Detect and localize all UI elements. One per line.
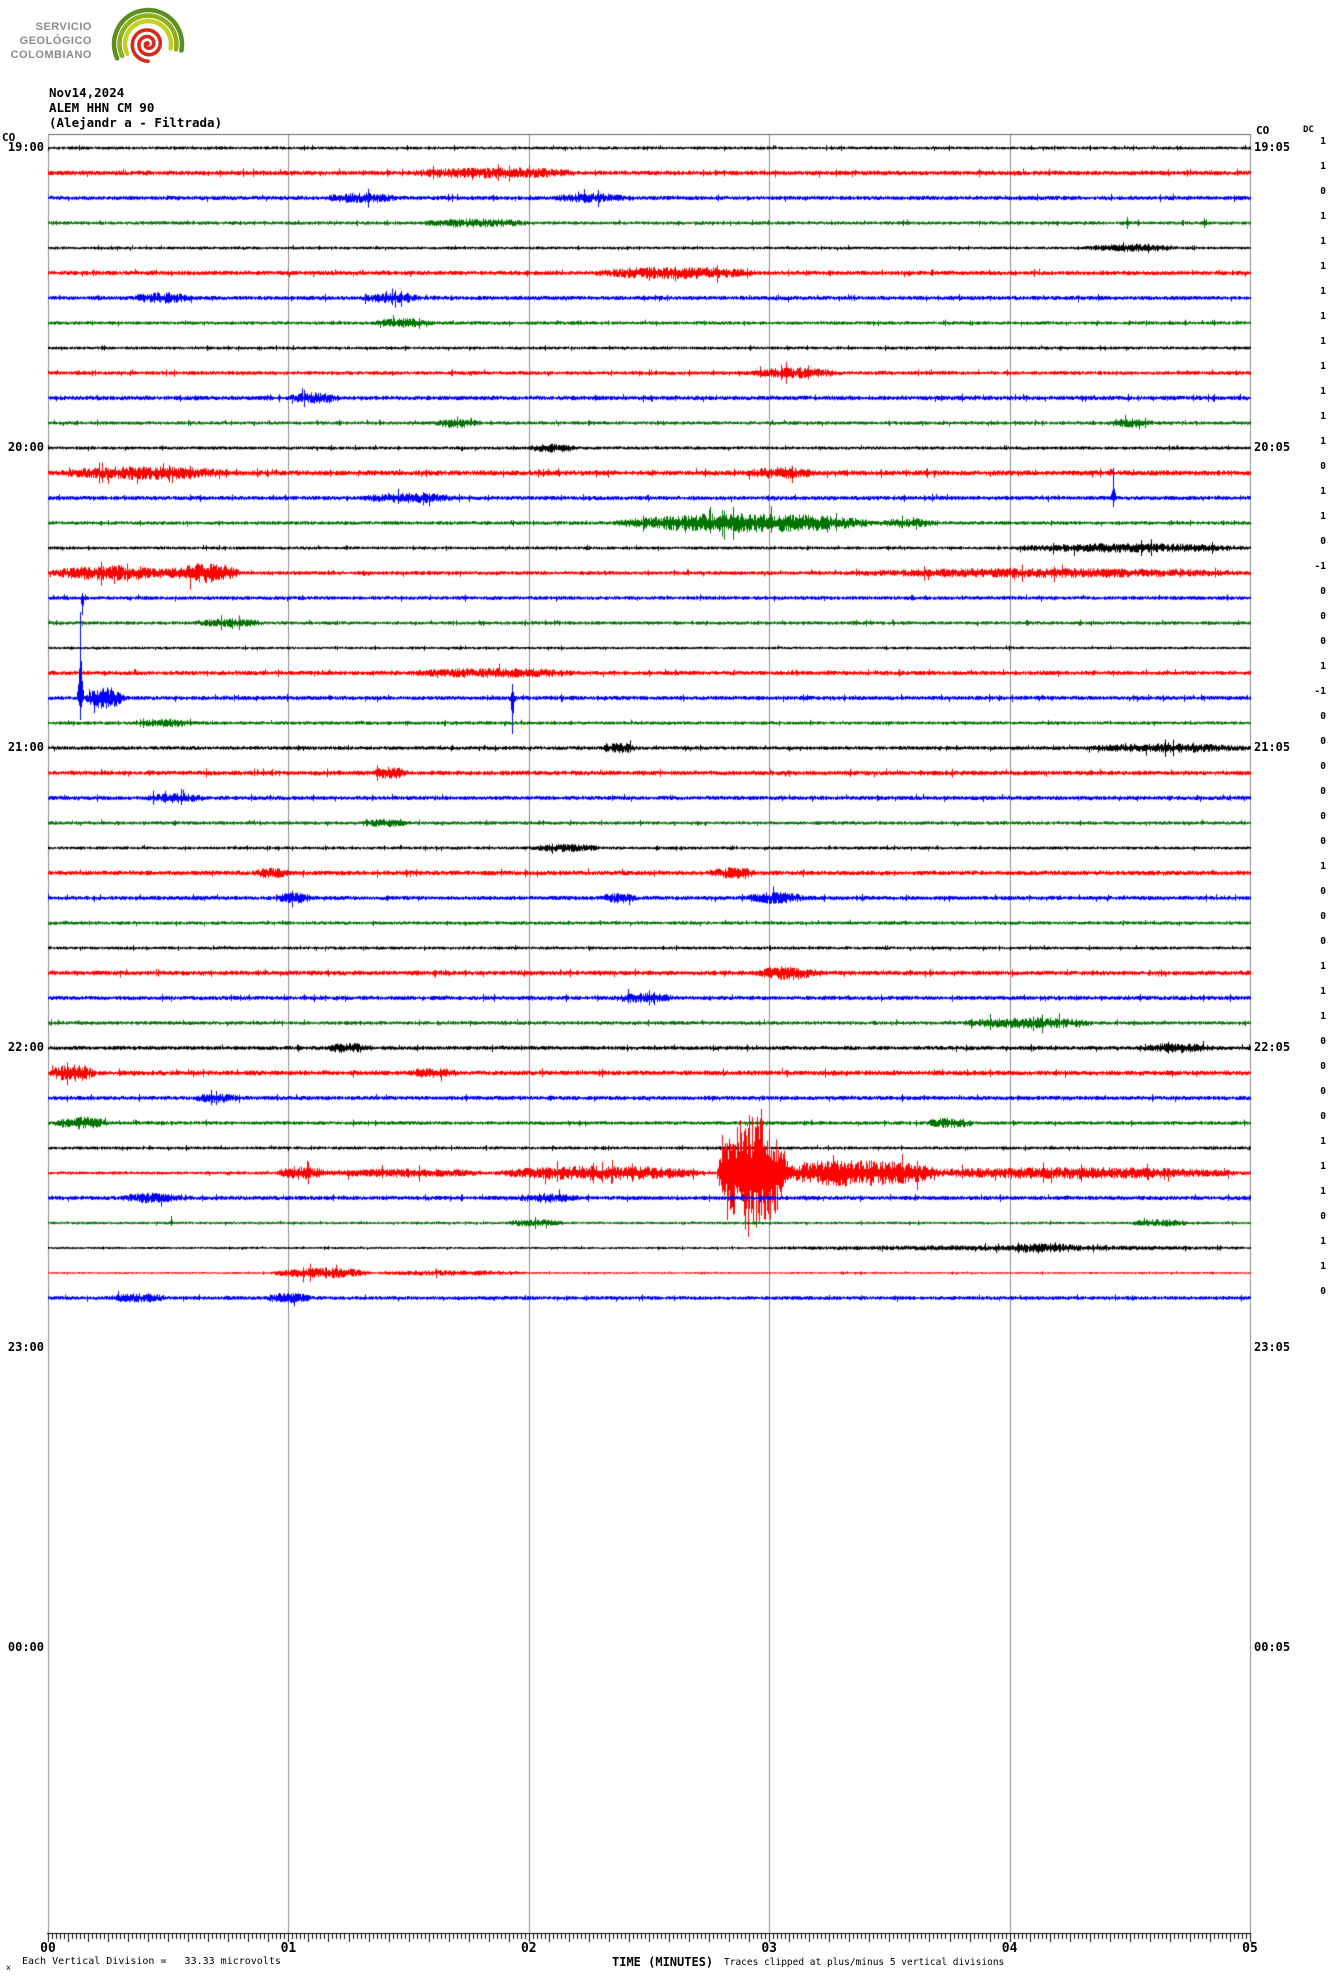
x-tick-label-02: 02 <box>520 1941 537 1956</box>
dc-value-1920: 1 <box>1320 236 1326 247</box>
sgc-logo-mark <box>111 7 185 64</box>
dc-value-2000: 1 <box>1320 436 1326 447</box>
dc-value-2205: 0 <box>1320 1061 1326 1072</box>
dc-value-1930: 1 <box>1320 286 1326 297</box>
webicorder-page: SERVICIO GEOLÓGICO COLOMBIANO Nov14,2024… <box>0 0 1330 1978</box>
dc-value-2125: 1 <box>1320 861 1326 872</box>
x-tick-label-01: 01 <box>280 1941 297 1956</box>
dc-value-2020: 0 <box>1320 536 1326 547</box>
dc-value-2130: 0 <box>1320 886 1326 897</box>
hour-label-right-2205: 22:05 <box>1254 1040 1291 1054</box>
plot-header: Nov14,2024 ALEM HHN CM 90 (Alejandr a - … <box>49 85 222 130</box>
axis-note-marker: x <box>6 1963 11 1972</box>
dc-value-1910: 0 <box>1320 186 1326 197</box>
hour-label-right-0005: 00:05 <box>1254 1640 1291 1654</box>
x-axis-title: TIME (MINUTES) <box>612 1955 714 1969</box>
logo-text: SERVICIO GEOLÓGICO COLOMBIANO <box>10 20 92 62</box>
dc-value-2145: 1 <box>1320 961 1326 972</box>
dc-value-2035: 0 <box>1320 611 1326 622</box>
hour-label-left-2300: 23:00 <box>7 1340 44 1354</box>
dc-column-header: DC <box>1303 125 1314 135</box>
dc-value-2215: 0 <box>1320 1111 1326 1122</box>
dc-value-1955: 1 <box>1320 411 1326 422</box>
dc-value-1905: 1 <box>1320 161 1326 172</box>
dc-value-2050: -1 <box>1314 686 1326 697</box>
dc-value-2025: -1 <box>1314 561 1326 572</box>
x-tick-label-03: 03 <box>761 1941 778 1956</box>
hour-label-left-2000: 20:00 <box>7 440 44 454</box>
dc-value-2240: 1 <box>1320 1236 1326 1247</box>
logo-line-2: GEOLÓGICO <box>19 35 92 47</box>
dc-value-2235: 0 <box>1320 1211 1326 1222</box>
dc-value-1935: 1 <box>1320 311 1326 322</box>
dc-value-2030: 0 <box>1320 586 1326 597</box>
dc-value-2055: 0 <box>1320 711 1326 722</box>
dc-value-2250: 0 <box>1320 1286 1326 1297</box>
dc-value-1950: 1 <box>1320 386 1326 397</box>
dc-value-2230: 1 <box>1320 1186 1326 1197</box>
dc-value-2200: 0 <box>1320 1036 1326 1047</box>
dc-value-2010: 1 <box>1320 486 1326 497</box>
dc-value-2105: 0 <box>1320 761 1326 772</box>
dc-value-1925: 1 <box>1320 261 1326 272</box>
hour-label-left-2100: 21:00 <box>7 740 44 754</box>
hour-label-right-1905: 19:05 <box>1254 140 1291 154</box>
dc-value-1900: 1 <box>1320 136 1326 147</box>
logo-spiral-icon <box>130 28 163 64</box>
clipping-note: Traces clipped at plus/minus 5 vertical … <box>724 1957 1005 1968</box>
hour-label-left-2200: 22:00 <box>7 1040 44 1054</box>
dc-value-2100: 0 <box>1320 736 1326 747</box>
x-tick-label-00: 00 <box>40 1941 56 1956</box>
logo-line-3: COLOMBIANO <box>10 49 92 61</box>
x-tick-label-04: 04 <box>1001 1941 1018 1956</box>
dc-value-2245: 1 <box>1320 1261 1326 1272</box>
hour-label-left-1900: 19:00 <box>7 140 44 154</box>
seismogram-canvas <box>0 0 1330 1978</box>
dc-value-2045: 1 <box>1320 661 1326 672</box>
dc-value-2110: 0 <box>1320 786 1326 797</box>
dc-value-1915: 1 <box>1320 211 1326 222</box>
vertical-division-note: Each Vertical Division = 33.33 microvolt… <box>22 1956 281 1967</box>
dc-value-2140: 0 <box>1320 936 1326 947</box>
dc-value-2220: 1 <box>1320 1136 1326 1147</box>
dc-value-2210: 0 <box>1320 1086 1326 1097</box>
network-label-right: CO <box>1256 124 1270 137</box>
hour-label-right-2005: 20:05 <box>1254 440 1291 454</box>
dc-value-2040: 0 <box>1320 636 1326 647</box>
hour-label-right-2105: 21:05 <box>1254 740 1291 754</box>
dc-value-2135: 0 <box>1320 911 1326 922</box>
dc-value-2155: 1 <box>1320 1011 1326 1022</box>
dc-value-2015: 1 <box>1320 511 1326 522</box>
dc-value-2115: 0 <box>1320 811 1326 822</box>
hour-label-left-0000: 00:00 <box>7 1640 44 1654</box>
plot-date: Nov14,2024 <box>49 85 125 100</box>
dc-value-2150: 1 <box>1320 986 1326 997</box>
plot-subtitle: (Alejandr a - Filtrada) <box>49 115 223 130</box>
x-tick-label-05: 05 <box>1242 1941 1258 1956</box>
logo-line-1: SERVICIO <box>35 21 92 33</box>
dc-value-1940: 1 <box>1320 336 1326 347</box>
dc-value-1945: 1 <box>1320 361 1326 372</box>
dc-value-2225: 1 <box>1320 1161 1326 1172</box>
dc-value-2005: 0 <box>1320 461 1326 472</box>
hour-label-right-2305: 23:05 <box>1254 1340 1291 1354</box>
dc-value-2120: 0 <box>1320 836 1326 847</box>
station-code: ALEM HHN CM 90 <box>49 100 155 115</box>
